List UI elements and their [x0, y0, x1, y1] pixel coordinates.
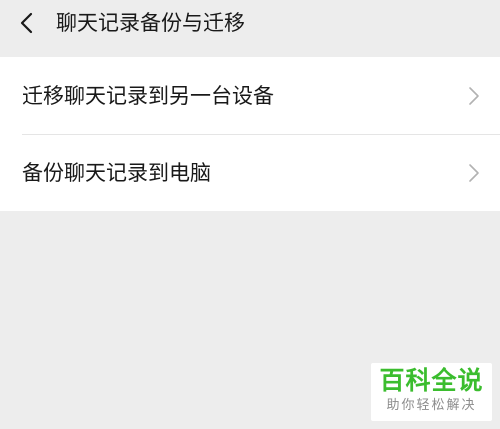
menu-item-migrate-to-device[interactable]: 迁移聊天记录到另一台设备: [0, 57, 500, 134]
chevron-left-icon[interactable]: [16, 11, 40, 35]
menu-list: 迁移聊天记录到另一台设备 备份聊天记录到电脑: [0, 57, 500, 211]
watermark-title: 百科全说: [379, 366, 484, 395]
menu-item-label: 迁移聊天记录到另一台设备: [22, 83, 274, 108]
menu-item-backup-to-computer[interactable]: 备份聊天记录到电脑: [0, 134, 500, 211]
watermark-subtitle: 助你轻松解决: [386, 398, 477, 413]
menu-item-label: 备份聊天记录到电脑: [22, 160, 211, 185]
page-title: 聊天记录备份与迁移: [56, 11, 245, 35]
watermark-logo: 百科全说 助你轻松解决: [371, 363, 492, 421]
chevron-right-icon: [469, 163, 479, 182]
chevron-right-icon: [469, 86, 479, 105]
navigation-bar: 聊天记录备份与迁移: [0, 0, 500, 56]
